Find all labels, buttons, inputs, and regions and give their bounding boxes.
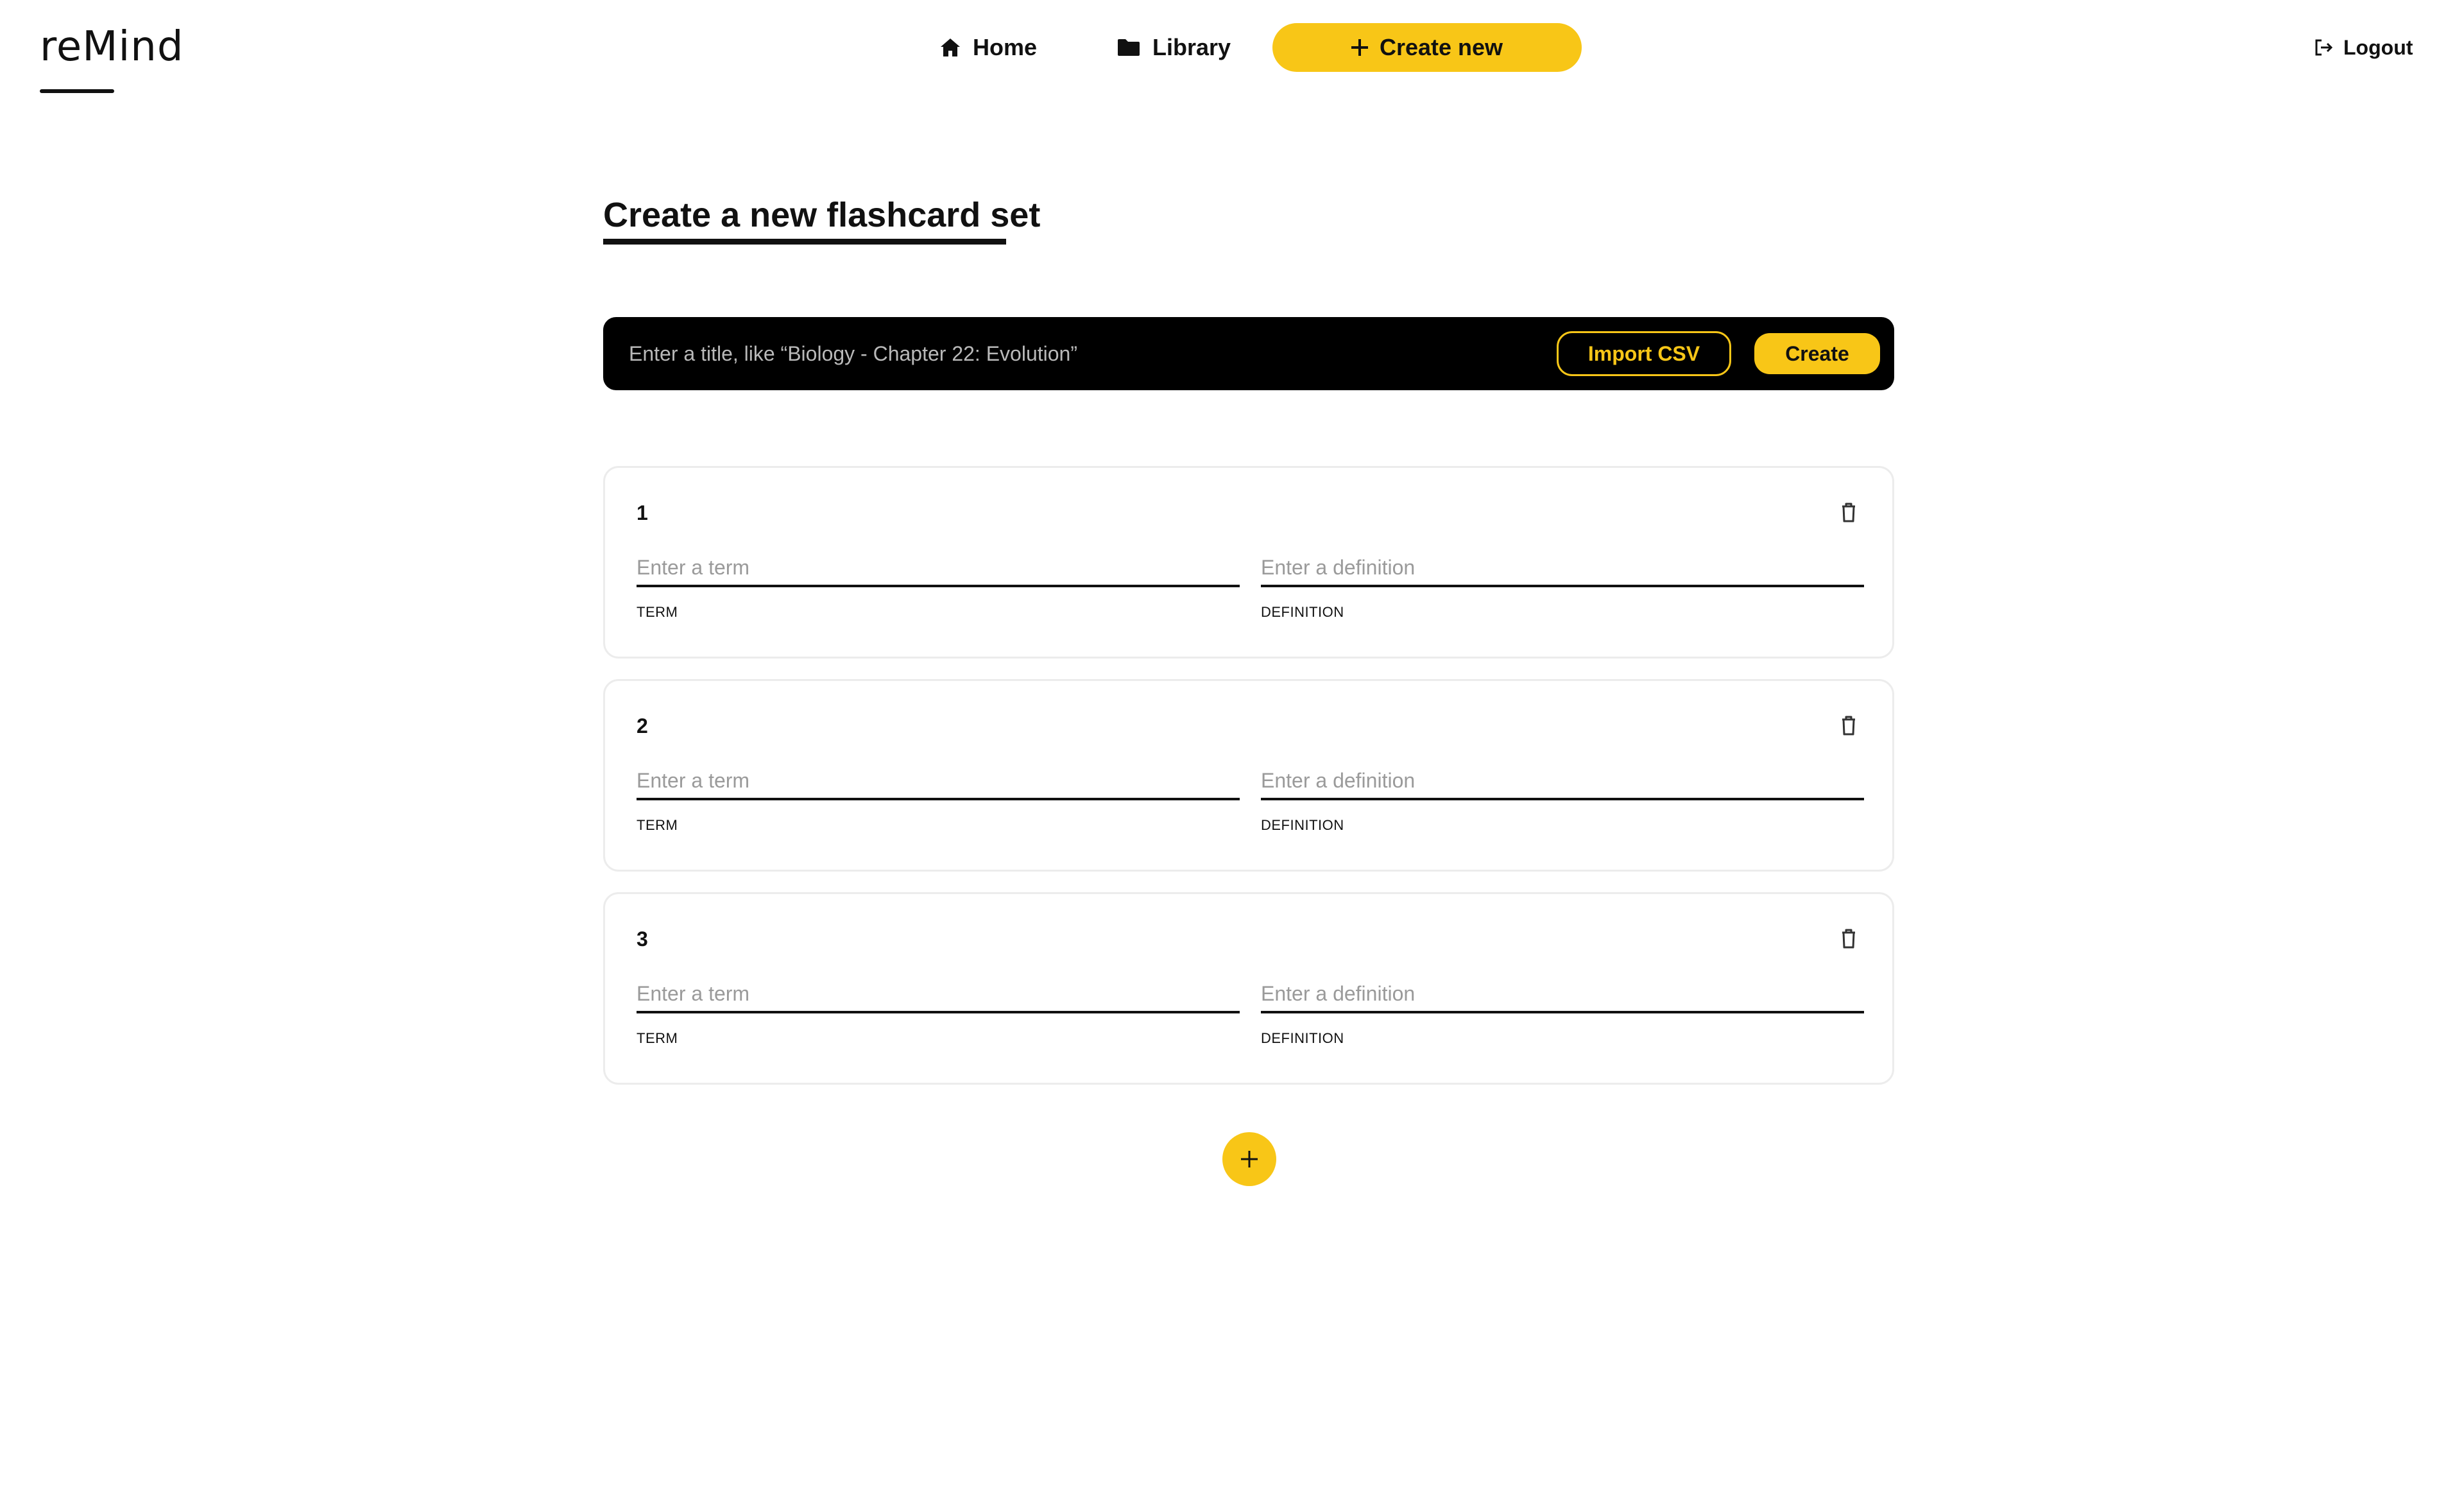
- logo-underline: [40, 89, 114, 93]
- trash-icon[interactable]: [1840, 927, 1858, 949]
- nav-library[interactable]: Library: [1116, 23, 1231, 72]
- import-csv-button[interactable]: Import CSV: [1557, 331, 1731, 376]
- page-title-underline: [603, 239, 1006, 245]
- definition-label: DEFINITION: [1261, 817, 1344, 833]
- home-icon: [941, 39, 960, 56]
- term-input[interactable]: [637, 763, 1240, 800]
- definition-input[interactable]: [1261, 763, 1864, 800]
- logout-button[interactable]: Logout: [2314, 23, 2413, 72]
- nav-home[interactable]: Home: [939, 23, 1037, 72]
- nav-library-label: Library: [1152, 34, 1231, 60]
- definition-label: DEFINITION: [1261, 1030, 1344, 1046]
- logout-icon: [2315, 39, 2333, 56]
- folder-icon: [1118, 39, 1140, 56]
- term-label: TERM: [637, 1030, 678, 1046]
- logout-label: Logout: [2343, 35, 2413, 59]
- term-input[interactable]: [637, 976, 1240, 1013]
- page-title: Create a new flashcard set: [603, 196, 1041, 234]
- nav-home-label: Home: [973, 34, 1038, 60]
- plus-icon: [1351, 39, 1368, 56]
- plus-icon: [1241, 1151, 1258, 1167]
- definition-input[interactable]: [1261, 976, 1864, 1013]
- term-input[interactable]: [637, 550, 1240, 587]
- set-title-bar: Import CSV Create: [603, 317, 1894, 390]
- create-set-button[interactable]: Create: [1754, 333, 1880, 374]
- nav-create-new-label: Create new: [1379, 34, 1503, 60]
- card-number: 1: [637, 501, 648, 524]
- term-label: TERM: [637, 604, 678, 620]
- flashcard-editor-1: 1 TERM DEFINITION: [603, 466, 1894, 659]
- add-card-button[interactable]: [1222, 1132, 1276, 1186]
- term-label: TERM: [637, 817, 678, 833]
- flashcard-editor-3: 3 TERM DEFINITION: [603, 892, 1894, 1085]
- definition-label: DEFINITION: [1261, 604, 1344, 620]
- card-number: 3: [637, 927, 648, 951]
- set-title-input[interactable]: [629, 331, 1476, 376]
- definition-input[interactable]: [1261, 550, 1864, 587]
- card-number: 2: [637, 714, 648, 737]
- flashcard-editor-2: 2 TERM DEFINITION: [603, 679, 1894, 872]
- trash-icon[interactable]: [1840, 714, 1858, 736]
- top-navbar: reMind Home Library Create new Logout: [0, 0, 2464, 96]
- trash-icon[interactable]: [1840, 501, 1858, 523]
- main-nav: Home Library Create new Logout: [0, 23, 2464, 72]
- nav-create-new-button[interactable]: Create new: [1272, 23, 1582, 72]
